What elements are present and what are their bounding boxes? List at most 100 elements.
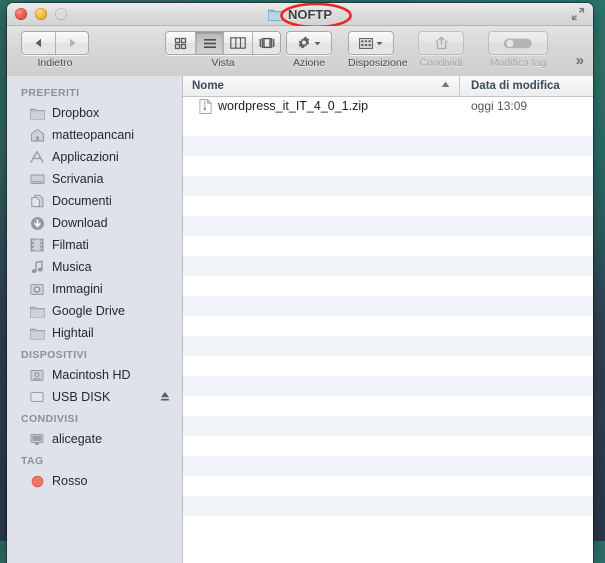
table-row[interactable] xyxy=(183,236,593,256)
table-row[interactable] xyxy=(183,276,593,296)
table-row[interactable] xyxy=(183,136,593,156)
sidebar-item-google-drive[interactable]: Google Drive xyxy=(7,300,182,322)
applications-icon xyxy=(29,149,45,165)
toolbar-overflow-button[interactable]: » xyxy=(576,52,584,69)
sidebar-header-preferiti: PREFERITI xyxy=(7,82,182,102)
sidebar-item-usb-disk[interactable]: USB DISK xyxy=(7,386,182,408)
external-disk-icon xyxy=(29,389,45,405)
sidebar-item-alicegate[interactable]: alicegate xyxy=(7,428,182,450)
sidebar-item-applicazioni[interactable]: Applicazioni xyxy=(7,146,182,168)
download-icon xyxy=(29,215,45,231)
coverflow-icon xyxy=(259,37,275,49)
sidebar-item-documenti[interactable]: Documenti xyxy=(7,190,182,212)
table-row[interactable] xyxy=(183,176,593,196)
view-icon-grid[interactable] xyxy=(166,32,196,54)
red-dot-icon xyxy=(29,473,45,489)
table-row[interactable] xyxy=(183,396,593,416)
documents-icon xyxy=(29,193,45,209)
back-button[interactable] xyxy=(22,32,56,54)
column-header-nome[interactable]: Nome xyxy=(183,76,459,96)
sidebar-item-tag-rosso[interactable]: Rosso xyxy=(7,470,182,492)
sidebar-item-label: Musica xyxy=(52,260,92,274)
folder-icon xyxy=(268,8,283,21)
table-row[interactable] xyxy=(183,516,593,536)
sidebar-item-hightail[interactable]: Hightail xyxy=(7,322,182,344)
table-row[interactable] xyxy=(183,336,593,356)
table-row[interactable] xyxy=(183,376,593,396)
view-columns[interactable] xyxy=(224,32,253,54)
table-row[interactable] xyxy=(183,436,593,456)
window-body: PREFERITI Dropbox matteopancani xyxy=(7,76,593,563)
action-button[interactable] xyxy=(286,31,332,55)
share-group: Condividi xyxy=(418,31,464,69)
sidebar-item-label: Immagini xyxy=(52,282,103,296)
sidebar-item-label: matteopancani xyxy=(52,128,134,142)
sidebar-item-download[interactable]: Download xyxy=(7,212,182,234)
sidebar-item-label: Google Drive xyxy=(52,304,125,318)
column-header-label: Nome xyxy=(192,80,224,92)
sidebar-item-dropbox[interactable]: Dropbox xyxy=(7,102,182,124)
arrange-button[interactable] xyxy=(348,31,394,55)
music-note-icon xyxy=(29,259,45,275)
table-row[interactable] xyxy=(183,156,593,176)
forward-button[interactable] xyxy=(56,32,88,54)
film-icon xyxy=(29,237,45,253)
column-header-data-modifica[interactable]: Data di modifica xyxy=(459,76,593,96)
sidebar-item-musica[interactable]: Musica xyxy=(7,256,182,278)
table-row[interactable] xyxy=(183,356,593,376)
table-row[interactable] xyxy=(183,256,593,276)
eject-icon[interactable] xyxy=(160,391,170,402)
edit-tags-label: Modifica tag xyxy=(488,57,548,69)
grid-small-icon xyxy=(359,38,373,49)
sidebar-item-label: Dropbox xyxy=(52,106,99,120)
arrange-group: Disposizione xyxy=(348,31,408,69)
sidebar-item-label: Macintosh HD xyxy=(52,368,131,382)
table-row[interactable] xyxy=(183,456,593,476)
sidebar-item-label: alicegate xyxy=(52,432,102,446)
table-row[interactable] xyxy=(183,216,593,236)
sidebar-item-matteopancani[interactable]: matteopancani xyxy=(7,124,182,146)
edit-tags-button[interactable] xyxy=(488,31,548,55)
edit-tags-group: Modifica tag xyxy=(488,31,548,69)
table-row[interactable] xyxy=(183,476,593,496)
sort-ascending-icon xyxy=(441,81,450,88)
sidebar: PREFERITI Dropbox matteopancani xyxy=(7,76,183,563)
sidebar-item-label: Scrivania xyxy=(52,172,103,186)
cell-name: wordpress_it_IT_4_0_1.zip xyxy=(183,99,460,114)
hard-disk-icon xyxy=(29,367,45,383)
view-label: Vista xyxy=(165,57,281,69)
sidebar-item-label: Documenti xyxy=(52,194,112,208)
action-group: Azione xyxy=(286,31,332,69)
navigation-group: Indietro xyxy=(21,31,89,69)
window-titlebar[interactable]: NOFTP xyxy=(7,3,593,26)
view-control[interactable] xyxy=(165,31,281,55)
server-icon xyxy=(29,431,45,447)
sidebar-item-label: Hightail xyxy=(52,326,94,340)
back-forward-control[interactable] xyxy=(21,31,89,55)
view-list[interactable] xyxy=(196,32,225,54)
sidebar-item-label: Applicazioni xyxy=(52,150,119,164)
sidebar-item-macintosh-hd[interactable]: Macintosh HD xyxy=(7,364,182,386)
cell-date: oggi 13:09 xyxy=(460,99,593,113)
table-row[interactable] xyxy=(183,316,593,336)
finder-toolbar: Indietro xyxy=(7,26,593,77)
fullscreen-expand-icon[interactable] xyxy=(571,7,585,21)
sidebar-item-immagini[interactable]: Immagini xyxy=(7,278,182,300)
table-row[interactable] xyxy=(183,196,593,216)
photos-icon xyxy=(29,281,45,297)
gear-icon xyxy=(297,36,311,50)
share-icon xyxy=(434,36,449,50)
table-row[interactable]: wordpress_it_IT_4_0_1.zipoggi 13:09 xyxy=(183,96,593,116)
chevron-down-icon xyxy=(314,41,321,46)
sidebar-item-filmati[interactable]: Filmati xyxy=(7,234,182,256)
table-row[interactable] xyxy=(183,296,593,316)
file-list: Nome Data di modifica wordpress_it_IT_4_… xyxy=(183,76,593,563)
sidebar-item-scrivania[interactable]: Scrivania xyxy=(7,168,182,190)
table-row[interactable] xyxy=(183,116,593,136)
table-row[interactable] xyxy=(183,416,593,436)
triangle-right-icon xyxy=(68,38,77,48)
table-row[interactable] xyxy=(183,496,593,516)
folder-icon xyxy=(29,325,45,341)
share-button[interactable] xyxy=(418,31,464,55)
view-coverflow[interactable] xyxy=(253,32,280,54)
